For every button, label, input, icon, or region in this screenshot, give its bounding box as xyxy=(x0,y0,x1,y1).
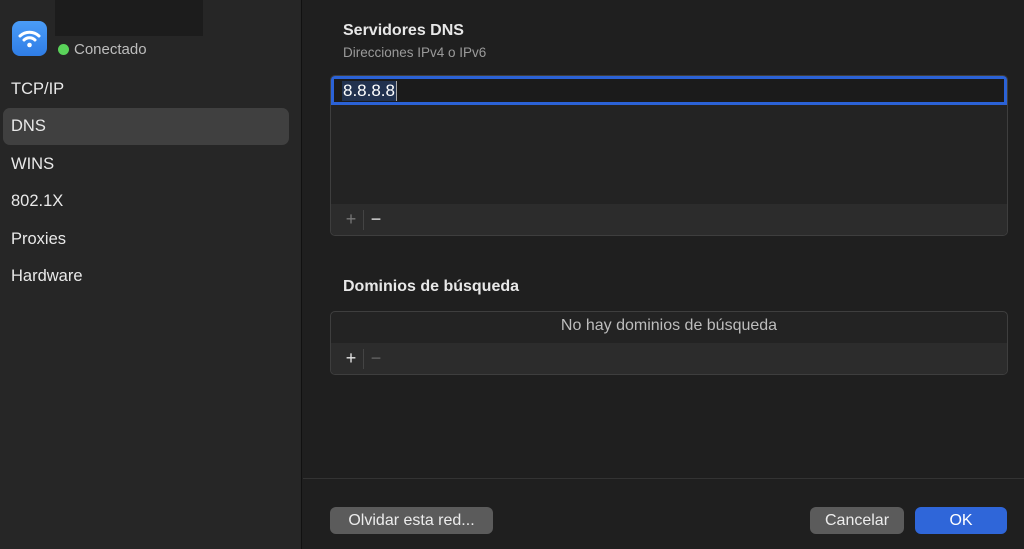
sidebar-item-wins[interactable]: WINS xyxy=(3,146,289,183)
add-domain-button[interactable]: + xyxy=(339,348,363,369)
dns-server-input[interactable]: 8.8.8.8 xyxy=(342,81,397,101)
footer-divider xyxy=(303,478,1024,479)
sidebar-item-dns[interactable]: DNS xyxy=(3,108,289,145)
sidebar-item-8021x[interactable]: 802.1X xyxy=(3,183,289,220)
search-list-toolbar: + − xyxy=(331,343,1007,374)
dns-list-toolbar: + − xyxy=(331,204,1007,235)
sidebar-item-hardware[interactable]: Hardware xyxy=(3,258,289,295)
forget-network-button[interactable]: Olvidar esta red... xyxy=(330,507,493,534)
empty-message: No hay dominios de búsqueda xyxy=(560,317,778,334)
status-label: Conectado xyxy=(74,41,147,58)
search-domains-title: Dominios de búsqueda xyxy=(343,278,520,295)
search-domains-list: No hay dominios de búsqueda + − xyxy=(330,311,1008,375)
sidebar-item-tcpip[interactable]: TCP/IP xyxy=(3,71,289,108)
main-panel: Servidores DNS Direcciones IPv4 o IPv6 8… xyxy=(303,0,1024,549)
remove-dns-button[interactable]: − xyxy=(364,209,388,230)
connection-status: Conectado xyxy=(58,41,147,58)
status-dot-icon xyxy=(58,44,69,55)
remove-domain-button[interactable]: − xyxy=(364,348,388,369)
cancel-button[interactable]: Cancelar xyxy=(810,507,904,534)
sidebar-item-proxies[interactable]: Proxies xyxy=(3,221,289,258)
dns-server-row[interactable]: 8.8.8.8 xyxy=(331,76,1007,105)
network-name-redacted xyxy=(55,0,203,36)
sidebar: Conectado TCP/IP DNS WINS 802.1X Proxies… xyxy=(0,0,302,549)
wifi-icon xyxy=(12,21,47,56)
ok-button[interactable]: OK xyxy=(915,507,1007,534)
dns-servers-title: Servidores DNS xyxy=(343,22,464,39)
add-dns-button[interactable]: + xyxy=(339,209,363,230)
dns-servers-list: 8.8.8.8 + − xyxy=(330,75,1008,236)
dns-servers-subtitle: Direcciones IPv4 o IPv6 xyxy=(343,45,487,60)
